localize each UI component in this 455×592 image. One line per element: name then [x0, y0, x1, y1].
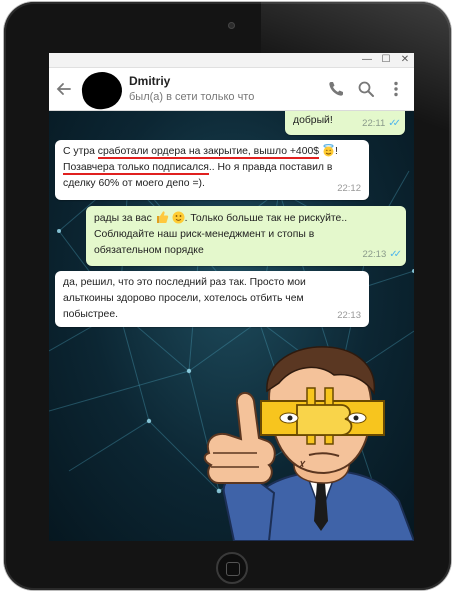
search-icon[interactable] [357, 80, 375, 98]
bitcoin-mask-businessman-sticker[interactable] [199, 343, 414, 541]
thumbs-up-icon [156, 211, 168, 223]
message-text-part: .. Но я правда поставил в [208, 162, 333, 173]
close-button[interactable]: ✕ [395, 53, 414, 68]
back-arrow-icon[interactable] [55, 80, 73, 98]
message-meta: 22:13 ✓✓ [362, 247, 402, 263]
smiling-face-with-halo-icon [323, 144, 334, 157]
contact-status: был(а) в сети только что [129, 91, 255, 103]
message-text: добрый! [293, 115, 333, 126]
message-line: альткоины здорово просели, хотелось отби… [63, 293, 304, 304]
home-button[interactable] [216, 552, 248, 584]
message-meta: 22:11 ✓✓ [362, 116, 401, 132]
message-line: С утра сработали ордера на закрытие, выш… [63, 144, 361, 160]
message-line: обязательном порядке [94, 245, 204, 256]
message-text-part: сделку 60% от моего депо =). [63, 178, 205, 189]
front-camera [228, 22, 235, 29]
message-incoming[interactable]: да, решил, что это последний раз так. Пр… [55, 271, 369, 327]
message-text-part: ! [334, 146, 338, 157]
phone-icon[interactable] [327, 80, 345, 98]
tablet-frame: — ☐ ✕ Dmitriy был(а) в сети только что д… [4, 2, 451, 590]
message-time: 22:11 [362, 118, 386, 129]
contact-name[interactable]: Dmitriy [129, 74, 170, 88]
message-time: 22:13 [337, 310, 361, 321]
message-text-part: рады за вас [94, 213, 155, 224]
message-meta: 22:12 [337, 181, 361, 197]
message-outgoing[interactable]: рады за вас . Только больше так не риску… [86, 206, 406, 266]
message-outgoing[interactable]: добрый! 22:11 ✓✓ [285, 111, 405, 135]
message-line: сделку 60% от моего депо =). [63, 176, 361, 192]
slightly-smiling-face-icon [172, 211, 185, 224]
message-line: Позавчера только подписался.. Но я правд… [63, 160, 361, 176]
screen: — ☐ ✕ Dmitriy был(а) в сети только что д… [49, 53, 414, 541]
message-line: рады за вас . Только больше так не риску… [94, 210, 398, 227]
highlighted-text: сработали ордера на закрытие, вышло +400… [97, 146, 320, 159]
read-ticks-icon: ✓✓ [388, 118, 401, 129]
message-text-part: . Только больше так не рискуйте.. [184, 213, 348, 224]
message-time: 22:13 [362, 249, 387, 260]
message-incoming[interactable]: С утра сработали ордера на закрытие, выш… [55, 140, 369, 200]
message-line: да, решил, что это последний раз так. Пр… [63, 277, 306, 288]
highlighted-text: Позавчера только подписался [63, 162, 209, 175]
chat-header: Dmitriy был(а) в сети только что [49, 68, 414, 112]
message-time: 22:12 [337, 183, 361, 194]
avatar[interactable] [79, 69, 125, 112]
read-ticks-icon: ✓✓ [389, 249, 402, 260]
minimize-button[interactable]: — [357, 53, 377, 68]
message-meta: 22:13 [337, 308, 361, 324]
maximize-button[interactable]: ☐ [376, 53, 396, 68]
message-line: Соблюдайте наш риск-менеджмент и стопы в [94, 229, 315, 240]
more-vert-icon[interactable] [387, 80, 405, 98]
window-titlebar: — ☐ ✕ [49, 53, 414, 68]
message-text-part: С утра [63, 146, 98, 157]
message-line: побыстрее. [63, 309, 119, 320]
